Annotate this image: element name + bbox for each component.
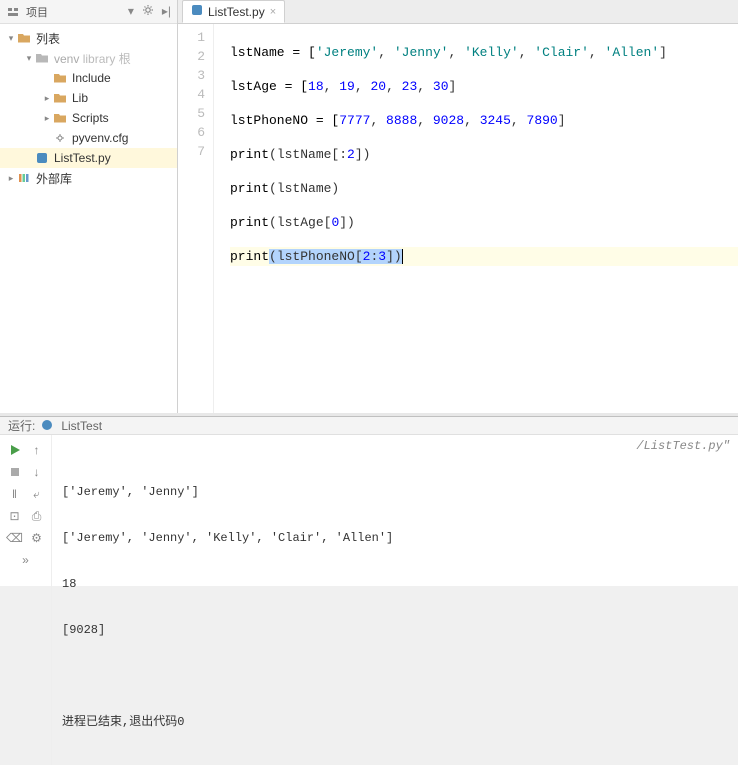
- tree-label: Include: [72, 71, 111, 85]
- down-icon[interactable]: ↓: [28, 463, 46, 481]
- tree-label: venv library 根: [54, 50, 131, 67]
- sidebar-header: 项目 ▾ ▸|: [0, 0, 177, 24]
- output-line: ['Jeremy', 'Jenny']: [62, 483, 728, 501]
- clear-icon[interactable]: ⌫: [6, 529, 24, 547]
- pause-icon[interactable]: ‖: [6, 485, 24, 503]
- tree-label: Lib: [72, 91, 88, 105]
- more-icon[interactable]: »: [17, 551, 35, 569]
- output-line: 18: [62, 575, 728, 593]
- chevron-down-icon: ▾: [24, 53, 34, 64]
- code-content[interactable]: lstName = ['Jeremy', 'Jenny', 'Kelly', '…: [214, 24, 738, 413]
- folder-icon: [52, 91, 68, 105]
- folder-icon: [52, 111, 68, 125]
- tree-item-listtest[interactable]: ListTest.py: [0, 148, 177, 168]
- folder-icon: [52, 71, 68, 85]
- output-line: [9028]: [62, 621, 728, 639]
- project-view-icon[interactable]: [6, 5, 20, 19]
- console-output[interactable]: /ListTest.py" ['Jeremy', 'Jenny'] ['Jere…: [52, 435, 738, 765]
- chevron-right-icon: ▸: [6, 173, 16, 184]
- tree-item-scripts[interactable]: ▸ Scripts: [0, 108, 177, 128]
- run-toolbar: ↑ ↓ ‖ ⤶ ⊡ ⎙ ⌫ ⚙ »: [0, 435, 52, 765]
- tree-label: ListTest.py: [54, 151, 111, 165]
- up-icon[interactable]: ↑: [28, 441, 46, 459]
- rerun-icon[interactable]: [6, 441, 24, 459]
- tree-item-pyvenv[interactable]: pyvenv.cfg: [0, 128, 177, 148]
- tree-item-external-libs[interactable]: ▸ 外部库: [0, 168, 177, 188]
- folder-icon: [34, 51, 50, 65]
- run-header: 运行: ListTest: [0, 417, 738, 435]
- tree-label: Scripts: [72, 111, 109, 125]
- editor-tab[interactable]: ListTest.py ×: [182, 0, 285, 23]
- output-line: [62, 667, 728, 685]
- sidebar-title: 项目: [26, 4, 122, 20]
- tree-item-venv[interactable]: ▾ venv library 根: [0, 48, 177, 68]
- script-path: /ListTest.py": [636, 439, 730, 453]
- run-config-name: ListTest: [61, 419, 102, 433]
- tab-filename: ListTest.py: [208, 5, 265, 19]
- settings-icon[interactable]: ⚙: [28, 529, 46, 547]
- stop-icon[interactable]: [6, 463, 24, 481]
- run-header-label: 运行:: [8, 417, 35, 434]
- chevron-right-icon: ▸: [42, 113, 52, 124]
- exit-icon[interactable]: ⊡: [6, 507, 24, 525]
- close-icon[interactable]: ×: [270, 6, 276, 18]
- exit-message: 进程已结束,退出代码0: [62, 713, 728, 731]
- python-file-icon: [191, 4, 203, 19]
- tab-bar: ListTest.py ×: [178, 0, 738, 24]
- tree-label: 列表: [36, 30, 60, 47]
- run-tool-window: 运行: ListTest ↑ ↓ ‖ ⤶ ⊡ ⎙ ⌫ ⚙: [0, 416, 738, 586]
- chevron-right-icon: ▸: [42, 93, 52, 104]
- project-tree: ▾ 列表 ▾ venv library 根 Include ▸ Lib ▸: [0, 24, 177, 192]
- tree-label: 外部库: [36, 170, 72, 187]
- editor-area: ListTest.py × 1 2 3 4 5 6 7 lstName = ['…: [178, 0, 738, 413]
- library-icon: [16, 171, 32, 185]
- code-editor[interactable]: 1 2 3 4 5 6 7 lstName = ['Jeremy', 'Jenn…: [178, 24, 738, 413]
- dropdown-icon[interactable]: ▾: [128, 4, 134, 19]
- output-line: ['Jeremy', 'Jenny', 'Kelly', 'Clair', 'A…: [62, 529, 728, 547]
- collapse-icon[interactable]: ▸|: [162, 4, 171, 19]
- tree-item-lib[interactable]: ▸ Lib: [0, 88, 177, 108]
- gear-icon[interactable]: [142, 4, 154, 19]
- python-icon: [41, 419, 55, 433]
- config-file-icon: [52, 131, 68, 145]
- tree-item-root[interactable]: ▾ 列表: [0, 28, 177, 48]
- wrap-icon[interactable]: ⤶: [28, 485, 46, 503]
- project-sidebar: 项目 ▾ ▸| ▾ 列表 ▾ venv library 根: [0, 0, 178, 413]
- line-gutter: 1 2 3 4 5 6 7: [178, 24, 214, 413]
- chevron-down-icon: ▾: [6, 33, 16, 44]
- tree-item-include[interactable]: Include: [0, 68, 177, 88]
- python-file-icon: [34, 151, 50, 165]
- print-icon[interactable]: ⎙: [28, 507, 46, 525]
- tree-label: pyvenv.cfg: [72, 131, 128, 145]
- folder-icon: [16, 31, 32, 45]
